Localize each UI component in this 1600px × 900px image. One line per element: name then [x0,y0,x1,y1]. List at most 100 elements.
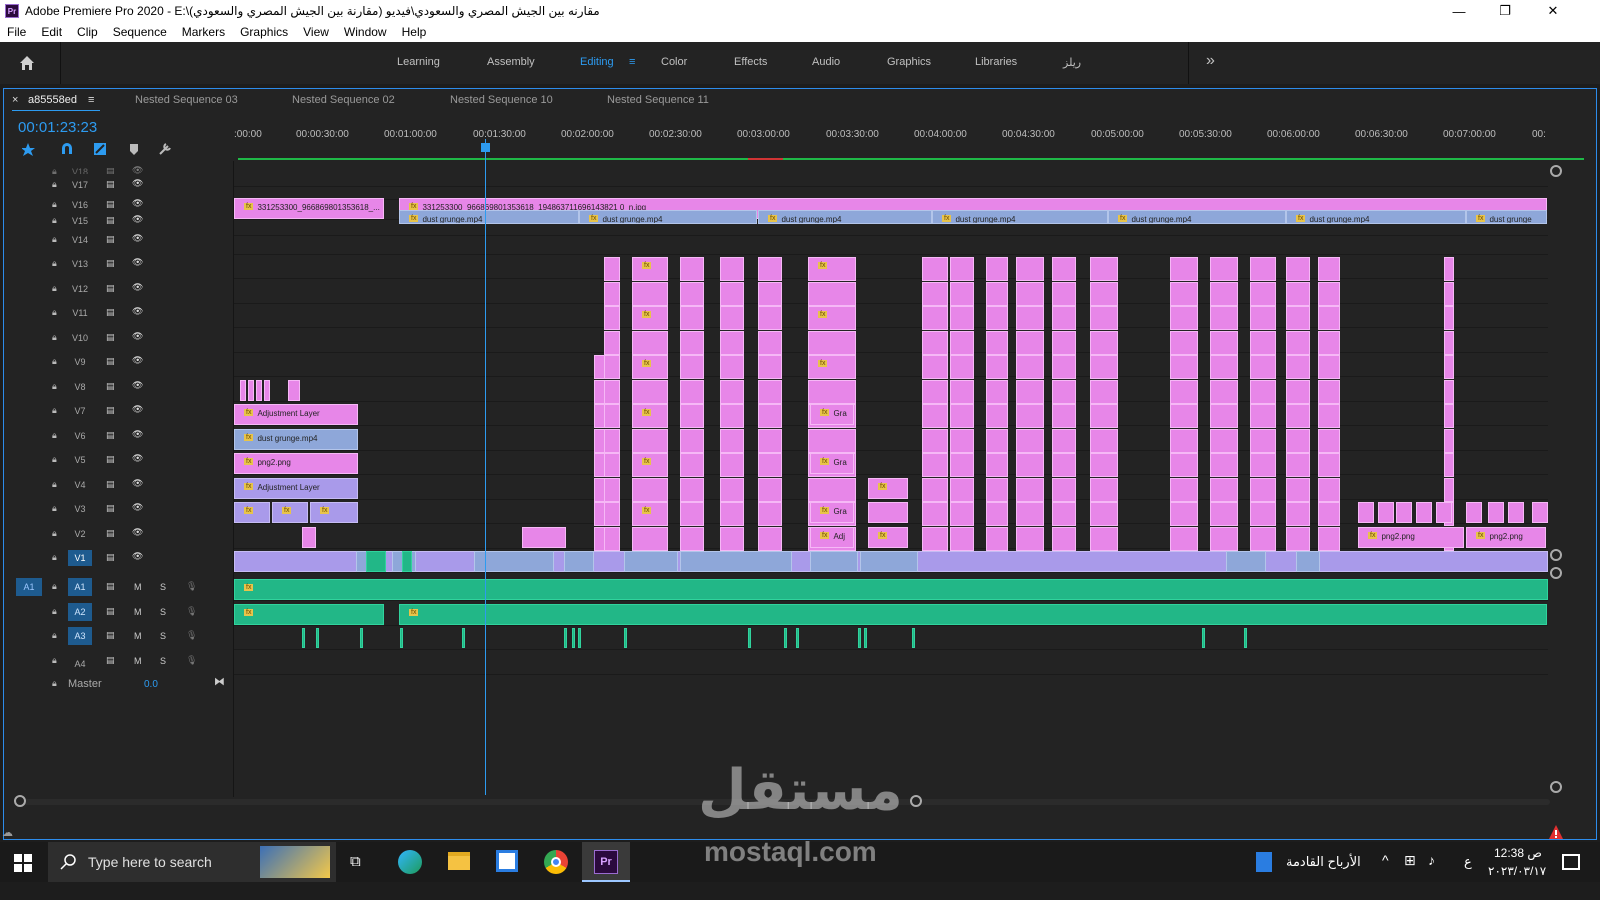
playhead-timecode[interactable]: 00:01:23:23 [18,119,97,136]
timeline-clip[interactable] [720,331,744,355]
timeline-clip[interactable] [1170,380,1198,404]
timeline-clip[interactable] [950,257,974,281]
solo-button[interactable]: S [160,631,166,641]
timeline-clip[interactable] [680,478,704,502]
timeline-clip[interactable] [1318,306,1340,330]
timeline-clip[interactable] [1250,502,1276,526]
timeline-clip[interactable] [1210,282,1238,306]
timeline-clip[interactable]: fx [234,604,384,625]
timeline-clip[interactable] [758,404,782,428]
timeline-clip[interactable] [632,478,668,502]
voiceover-mic-icon[interactable]: 🎙︎ [186,630,197,641]
timeline-clip[interactable] [1318,502,1340,526]
timeline-clip[interactable] [578,628,581,648]
timeline-clip[interactable] [604,404,620,428]
timeline-clip[interactable] [1318,257,1340,281]
track-eye-icon[interactable]: 👁︎ [132,527,143,538]
timeline-clip[interactable]: fx dust grunge.mp4 [1286,210,1466,224]
timeline-clip[interactable] [808,331,856,355]
timeline-clip[interactable] [680,355,704,379]
edge-browser-icon[interactable] [398,850,422,874]
timeline-clip[interactable] [1210,355,1238,379]
timeline-clip[interactable] [720,355,744,379]
timeline-clip[interactable] [986,282,1008,306]
more-workspaces-icon[interactable]: » [1206,52,1215,70]
track-label[interactable]: V17 [68,180,92,190]
track-eye-icon[interactable]: 👁︎ [132,551,143,562]
timeline-clip[interactable] [1396,502,1412,523]
track-label[interactable]: A1 [68,578,92,596]
track-eye-icon[interactable]: 👁︎ [132,233,143,244]
timeline-clip[interactable] [240,380,246,401]
tab-nested-sequence-10[interactable]: Nested Sequence 10 [450,94,553,106]
clock-time[interactable]: 12:38 ص [1494,846,1542,860]
track-lock-icon[interactable]: 🔒︎ [52,332,57,343]
timeline-clip[interactable] [1170,527,1198,551]
linked-selection-icon[interactable] [94,143,106,155]
timeline-clip[interactable] [1090,306,1118,330]
timeline-clip[interactable] [1488,502,1504,523]
menu-help[interactable]: Help [395,25,435,39]
track-eye-icon[interactable]: 👁︎ [132,178,143,189]
timeline-clip[interactable] [986,502,1008,526]
timeline-clip[interactable] [1052,282,1076,306]
timeline-clip[interactable] [564,628,567,648]
timeline-clip[interactable] [1090,429,1118,453]
track-lock-icon[interactable]: 🔒︎ [52,430,57,441]
timeline-clip[interactable] [1210,527,1238,551]
track-label[interactable]: V15 [68,216,92,226]
timeline-clip[interactable] [1286,355,1310,379]
timeline-clip[interactable] [1250,380,1276,404]
menu-window[interactable]: Window [337,25,395,39]
timeline-clip[interactable]: fx dust grunge.mp4 [579,210,757,224]
close-tab-icon[interactable]: × [12,94,18,106]
timeline-clip[interactable] [922,282,948,306]
timeline-clip[interactable] [720,453,744,477]
timeline-clip[interactable] [720,306,744,330]
timeline-clip[interactable] [1444,257,1454,281]
timeline-clip[interactable] [720,257,744,281]
track-label[interactable]: A4 [68,655,92,673]
menu-file[interactable]: File [0,25,34,39]
track-output-icon[interactable]: ▤ [106,332,115,343]
timeline-clip[interactable] [402,551,412,572]
timeline-clip[interactable] [758,331,782,355]
timeline-clip[interactable] [1210,404,1238,428]
tab-nested-sequence-03[interactable]: Nested Sequence 03 [135,94,238,106]
timeline-clip[interactable] [604,257,620,281]
track-output-icon[interactable]: ▤ [106,503,115,514]
timeline-clip[interactable]: fx [399,604,1547,625]
timeline-clip[interactable]: fx dust grunge.mp4 [399,210,579,224]
timeline-clip[interactable] [1318,355,1340,379]
timeline-clip[interactable] [1444,380,1454,404]
timeline-clip[interactable] [624,551,678,572]
timeline-clip[interactable] [400,628,403,648]
timeline-clip[interactable] [1444,306,1454,330]
timeline-clip[interactable] [1210,257,1238,281]
timeline-clip[interactable] [1170,306,1198,330]
timeline-clip[interactable] [950,355,974,379]
timeline-settings-icon[interactable] [159,143,171,155]
voiceover-mic-icon[interactable]: 🎙︎ [186,581,197,592]
timeline-clip[interactable] [1318,331,1340,355]
timeline-clip[interactable] [758,429,782,453]
timeline-clip[interactable] [1286,429,1310,453]
menu-clip[interactable]: Clip [70,25,106,39]
timeline-clip[interactable] [986,527,1008,551]
timeline-clip[interactable] [720,429,744,453]
timeline-clip[interactable] [1090,478,1118,502]
timeline-clip[interactable] [1286,257,1310,281]
timeline-clip[interactable] [1090,355,1118,379]
track-lock-icon[interactable]: 🔒︎ [52,258,57,269]
track-eye-icon[interactable]: 👁︎ [132,502,143,513]
track-output-icon[interactable]: ▤ [106,581,115,592]
timeline-clip[interactable] [922,380,948,404]
timeline-clip[interactable]: fx [272,502,308,523]
timeline-clip[interactable] [1318,282,1340,306]
timeline-clip[interactable] [1296,551,1320,572]
timeline-clip[interactable] [720,478,744,502]
timeline-clip[interactable] [1286,527,1310,551]
track-eye-icon[interactable]: 👁︎ [132,404,143,415]
track-output-icon[interactable]: ▤ [106,307,115,318]
timeline-clip[interactable] [1202,628,1205,648]
